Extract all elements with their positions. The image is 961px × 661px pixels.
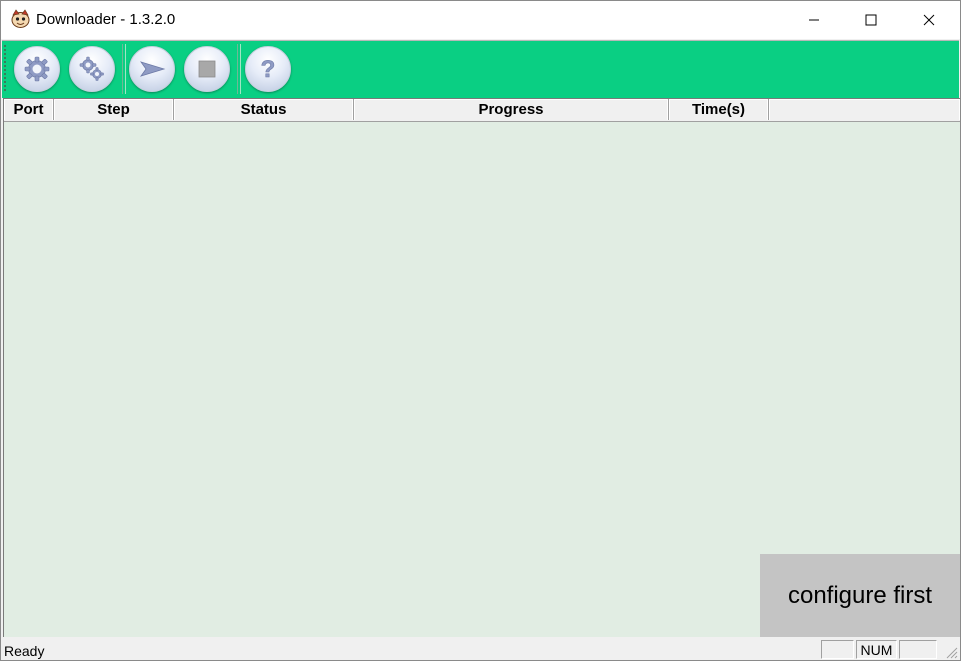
- column-header-filler: [769, 99, 960, 120]
- maximize-icon: [865, 14, 877, 26]
- resize-grip-icon[interactable]: [944, 645, 958, 659]
- stop-icon: [198, 60, 216, 78]
- question-icon: ?: [260, 56, 276, 83]
- maximize-button[interactable]: [848, 1, 894, 39]
- column-header-progress[interactable]: Progress: [354, 99, 669, 120]
- svg-text:?: ?: [261, 56, 276, 83]
- status-text: Ready: [4, 643, 45, 659]
- close-button[interactable]: [906, 1, 952, 39]
- column-header-port[interactable]: Port: [4, 99, 54, 120]
- app-window: Downloader - 1.3.2.0 ? Port Step Status …: [0, 0, 961, 661]
- configure-first-notice: configure first: [760, 554, 960, 637]
- minimize-icon: [809, 19, 819, 21]
- column-header-step[interactable]: Step: [54, 99, 174, 120]
- status-pane-scrl: [899, 640, 937, 659]
- help-button[interactable]: ?: [245, 46, 291, 92]
- column-header-status[interactable]: Status: [174, 99, 354, 120]
- window-title: Downloader - 1.3.2.0: [36, 11, 176, 28]
- status-pane-caps: [821, 640, 854, 659]
- close-icon: [923, 14, 935, 26]
- column-header-time[interactable]: Time(s): [669, 99, 769, 120]
- stop-button[interactable]: [184, 46, 230, 92]
- port-list[interactable]: Port Step Status Progress Time(s) config…: [3, 98, 960, 637]
- list-header: Port Step Status Progress Time(s): [4, 99, 960, 122]
- minimize-button[interactable]: [791, 1, 837, 39]
- gears-icon: [79, 56, 104, 81]
- toolbar: ?: [2, 40, 959, 98]
- status-bar: Ready NUM: [1, 638, 960, 660]
- toolbar-grip[interactable]: [4, 45, 6, 93]
- advanced-settings-button[interactable]: [69, 46, 115, 92]
- app-logo-icon: [11, 9, 30, 28]
- play-arrow-icon: [139, 61, 166, 77]
- title-bar: Downloader - 1.3.2.0: [1, 1, 960, 39]
- toolbar-separator: [237, 44, 241, 94]
- toolbar-separator: [122, 44, 126, 94]
- status-pane-num: NUM: [856, 640, 897, 659]
- settings-button[interactable]: [14, 46, 60, 92]
- start-button[interactable]: [129, 46, 175, 92]
- gear-icon: [24, 56, 50, 82]
